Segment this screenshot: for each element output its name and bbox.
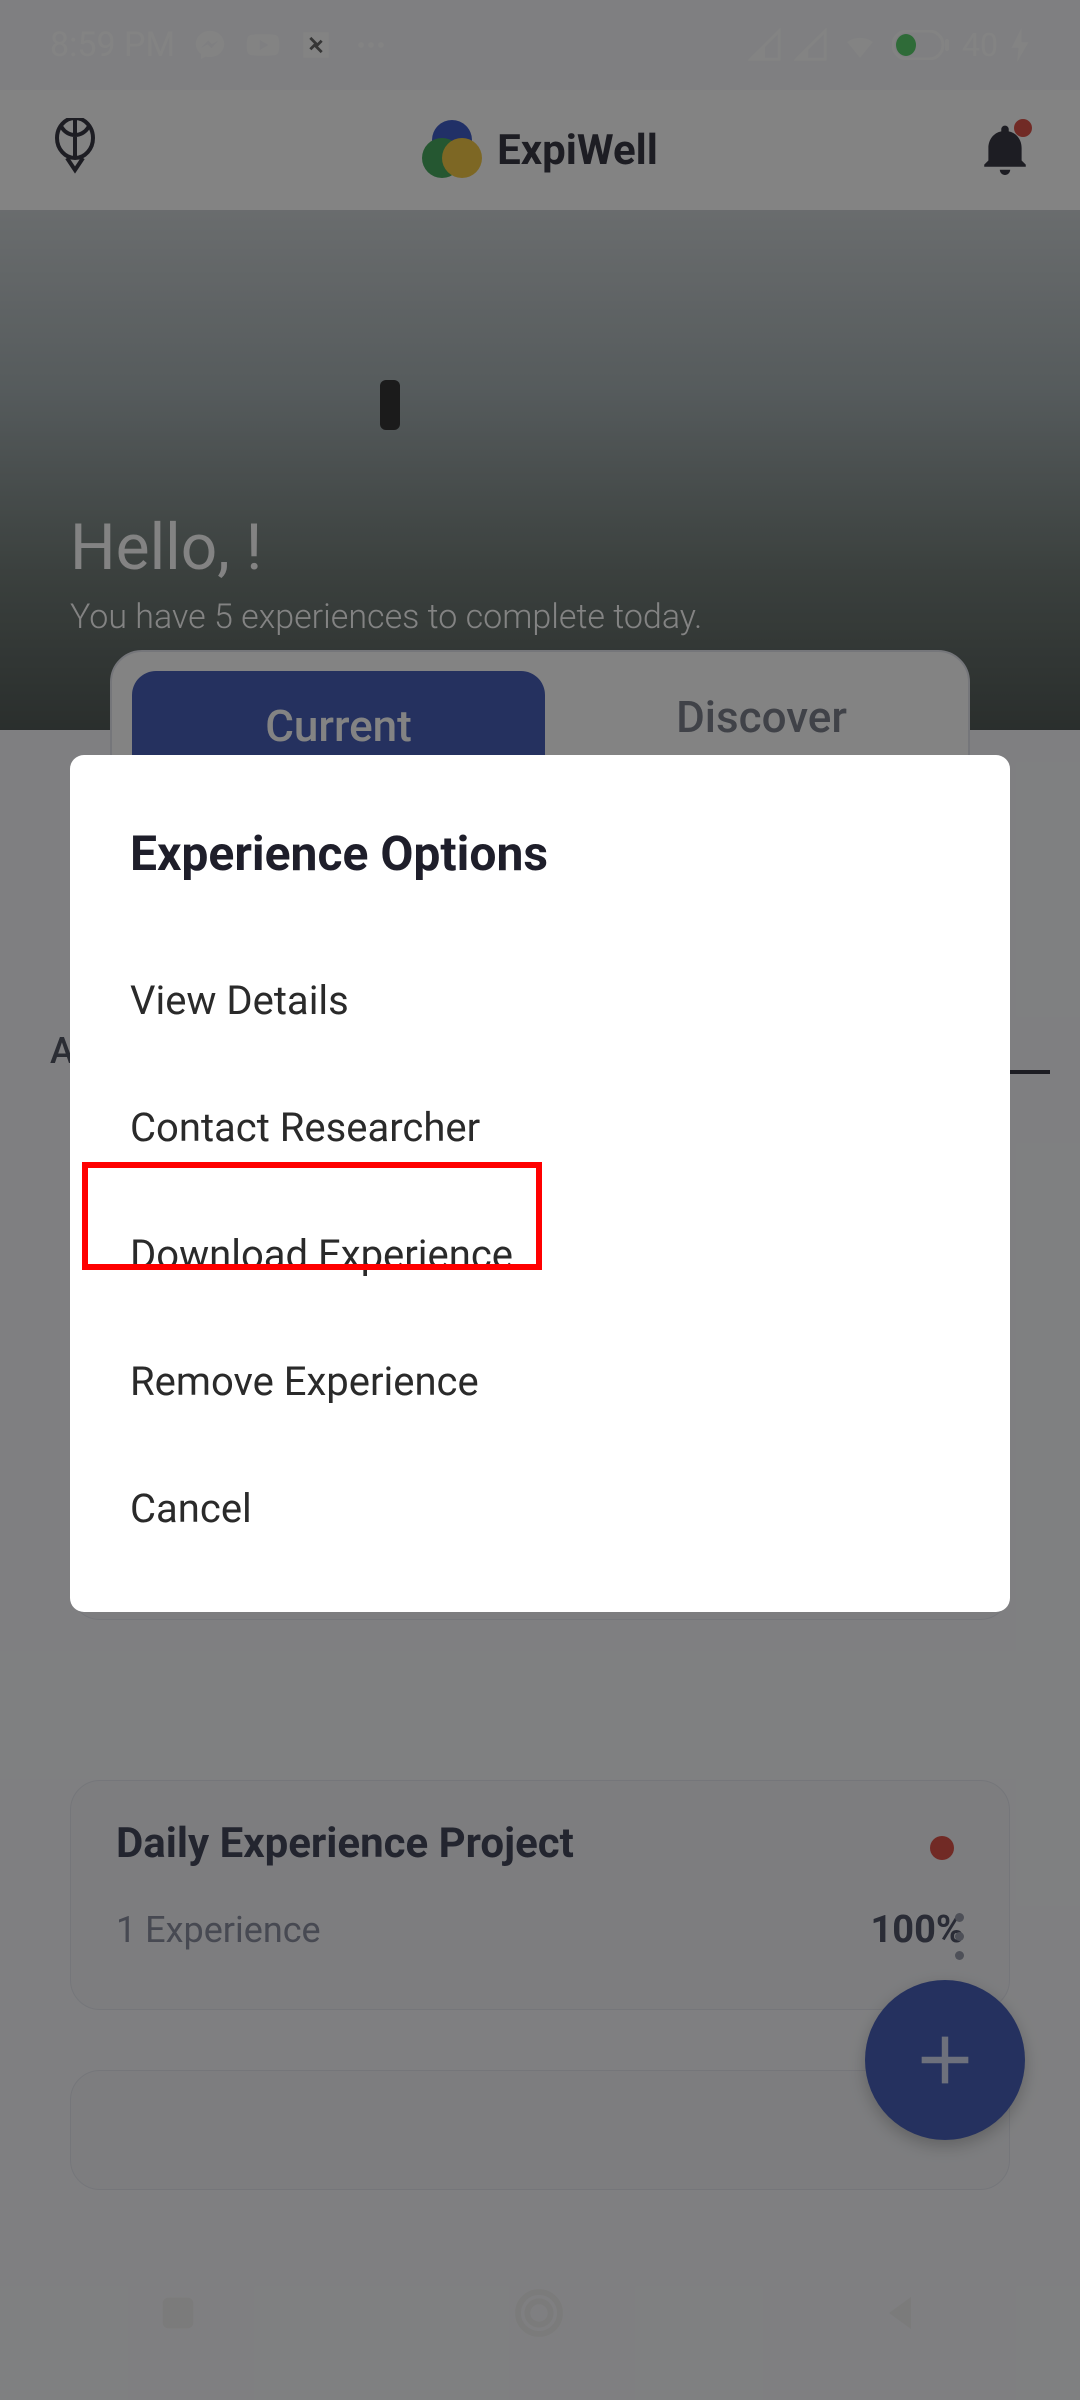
option-contact-researcher[interactable]: Contact Researcher xyxy=(130,1064,950,1191)
option-label: View Details xyxy=(130,977,349,1024)
option-label: Remove Experience xyxy=(130,1358,479,1405)
screen-root: 8:59 PM xyxy=(0,0,1080,2400)
option-view-details[interactable]: View Details xyxy=(130,937,950,1064)
option-remove-experience[interactable]: Remove Experience xyxy=(130,1318,950,1445)
option-label: Download Experience xyxy=(130,1231,513,1278)
option-label: Cancel xyxy=(130,1485,252,1532)
dialog-title: Experience Options xyxy=(130,825,950,882)
option-cancel[interactable]: Cancel xyxy=(130,1445,950,1572)
experience-options-dialog: Experience Options View Details Contact … xyxy=(70,755,1010,1612)
option-label: Contact Researcher xyxy=(130,1104,480,1151)
option-download-experience[interactable]: Download Experience xyxy=(130,1191,950,1318)
